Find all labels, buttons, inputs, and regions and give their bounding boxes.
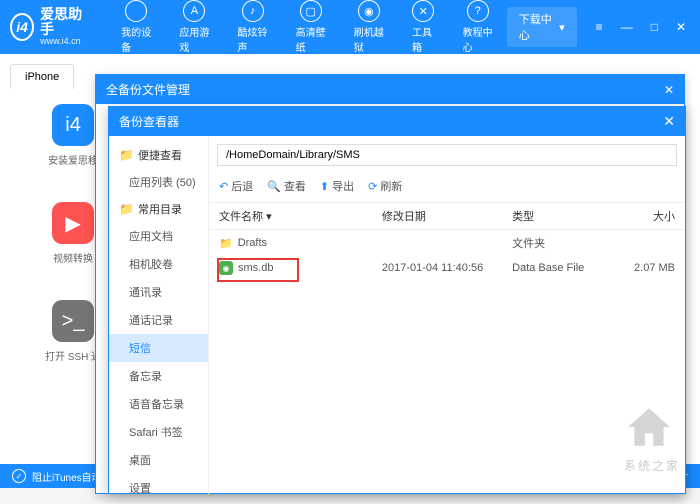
close-icon[interactable]: ✕ <box>664 83 674 97</box>
sidebar-item-voice[interactable]: 语音备忘录 <box>109 390 208 418</box>
main-nav: 我的设备 A应用游戏 ♪酷炫铃声 ▢高清壁纸 ◉刷机越狱 ✕工具箱 ?教程中心 <box>107 0 507 58</box>
backup-viewer-modal: 备份查看器 ✕ 📁便捷查看 应用列表 (50) 📁常用目录 应用文档 相机胶卷 … <box>108 106 686 494</box>
download-center-button[interactable]: 下载中心 ▾ <box>507 7 577 47</box>
sidebar-item-settings[interactable]: 设置 <box>109 474 208 494</box>
col-date[interactable]: 修改日期 <box>382 208 512 224</box>
back-icon: ↶ <box>219 180 228 193</box>
file-row-smsdb[interactable]: ◉sms.db 2017-01-04 11:40:56 Data Base Fi… <box>209 256 685 280</box>
export-icon: ⬆ <box>320 180 329 193</box>
i4-icon: i4 <box>52 104 94 146</box>
check-icon[interactable]: ✓ <box>12 469 26 483</box>
modal1-title-text: 全备份文件管理 <box>106 81 190 98</box>
sidebar-item-desktop[interactable]: 桌面 <box>109 446 208 474</box>
sidebar-group-common[interactable]: 📁常用目录 <box>109 196 208 222</box>
file-list-header: 文件名称 ▾ 修改日期 类型 大小 <box>209 203 685 230</box>
folder-icon: 📁 <box>119 148 134 162</box>
nav-ringtones[interactable]: ♪酷炫铃声 <box>223 0 281 58</box>
col-type[interactable]: 类型 <box>512 208 610 224</box>
back-button[interactable]: ↶后退 <box>219 178 253 194</box>
nav-toolbox[interactable]: ✕工具箱 <box>398 0 449 58</box>
path-input[interactable] <box>217 144 677 166</box>
col-name[interactable]: 文件名称 ▾ <box>219 208 382 224</box>
apple-icon <box>125 0 147 22</box>
play-icon: ▶ <box>52 202 94 244</box>
image-icon: ▢ <box>300 0 322 22</box>
sort-icon: ▾ <box>266 211 272 223</box>
folder-icon: 📁 <box>219 237 233 250</box>
wrench-icon: ✕ <box>412 0 434 22</box>
file-toolbar: ↶后退 🔍查看 ⬆导出 ⟳刷新 <box>209 174 685 203</box>
tile-video[interactable]: ▶视频转换 <box>45 202 101 265</box>
nav-my-device[interactable]: 我的设备 <box>107 0 165 58</box>
maximize-icon[interactable]: □ <box>647 18 662 36</box>
sidebar-item-calls[interactable]: 通话记录 <box>109 306 208 334</box>
sidebar-item-applist[interactable]: 应用列表 (50) <box>109 168 208 196</box>
nav-wallpapers[interactable]: ▢高清壁纸 <box>282 0 340 58</box>
bell-icon: ♪ <box>242 0 264 22</box>
col-size[interactable]: 大小 <box>610 208 675 224</box>
terminal-icon: >_ <box>52 300 94 342</box>
left-tiles: i4安装爱思移 ▶视频转换 >_打开 SSH 通 <box>45 104 101 363</box>
app-icon: A <box>183 0 205 22</box>
modal2-titlebar: 备份查看器 ✕ <box>109 107 685 136</box>
tile-ssh[interactable]: >_打开 SSH 通 <box>45 300 101 363</box>
folder-icon: 📁 <box>119 202 134 216</box>
nav-tutorials[interactable]: ?教程中心 <box>449 0 507 58</box>
logo-area: i4 爱思助手 www.i4.cn <box>10 7 87 48</box>
menu-icon[interactable]: ≡ <box>592 18 607 36</box>
minimize-icon[interactable]: — <box>617 18 637 36</box>
backup-sidebar: 📁便捷查看 应用列表 (50) 📁常用目录 应用文档 相机胶卷 通讯录 通话记录… <box>109 136 209 494</box>
app-name: 爱思助手 <box>40 7 87 38</box>
sidebar-item-docs[interactable]: 应用文档 <box>109 222 208 250</box>
modal2-title-text: 备份查看器 <box>119 113 179 130</box>
view-icon: 🔍 <box>267 180 281 193</box>
sidebar-item-safari[interactable]: Safari 书签 <box>109 418 208 446</box>
sidebar-group-quick[interactable]: 📁便捷查看 <box>109 142 208 168</box>
window-controls: ≡ — □ ✕ <box>592 18 690 36</box>
device-tab[interactable]: iPhone <box>10 64 74 89</box>
sidebar-item-contacts[interactable]: 通讯录 <box>109 278 208 306</box>
chevron-down-icon: ▾ <box>559 21 565 34</box>
app-header: i4 爱思助手 www.i4.cn 我的设备 A应用游戏 ♪酷炫铃声 ▢高清壁纸… <box>0 0 700 54</box>
file-row-drafts[interactable]: 📁Drafts 文件夹 <box>209 230 685 256</box>
file-browser: ↶后退 🔍查看 ⬆导出 ⟳刷新 文件名称 ▾ 修改日期 类型 大小 📁Draft… <box>209 136 685 494</box>
modal1-titlebar: 全备份文件管理 ✕ <box>96 75 684 104</box>
app-url: www.i4.cn <box>40 37 87 47</box>
nav-apps[interactable]: A应用游戏 <box>165 0 223 58</box>
sidebar-item-notes[interactable]: 备忘录 <box>109 362 208 390</box>
sidebar-item-camera[interactable]: 相机胶卷 <box>109 250 208 278</box>
close-icon[interactable]: ✕ <box>663 113 675 130</box>
nav-jailbreak[interactable]: ◉刷机越狱 <box>340 0 398 58</box>
drop-icon: ◉ <box>358 0 380 22</box>
tile-install[interactable]: i4安装爱思移 <box>45 104 101 167</box>
refresh-button[interactable]: ⟳刷新 <box>368 178 402 194</box>
refresh-icon: ⟳ <box>368 180 377 193</box>
close-icon[interactable]: ✕ <box>672 18 690 36</box>
logo-icon: i4 <box>10 13 34 41</box>
view-button[interactable]: 🔍查看 <box>267 178 306 194</box>
question-icon: ? <box>467 0 489 22</box>
export-button[interactable]: ⬆导出 <box>320 178 354 194</box>
sidebar-item-sms[interactable]: 短信 <box>109 334 208 362</box>
database-icon: ◉ <box>219 261 233 275</box>
